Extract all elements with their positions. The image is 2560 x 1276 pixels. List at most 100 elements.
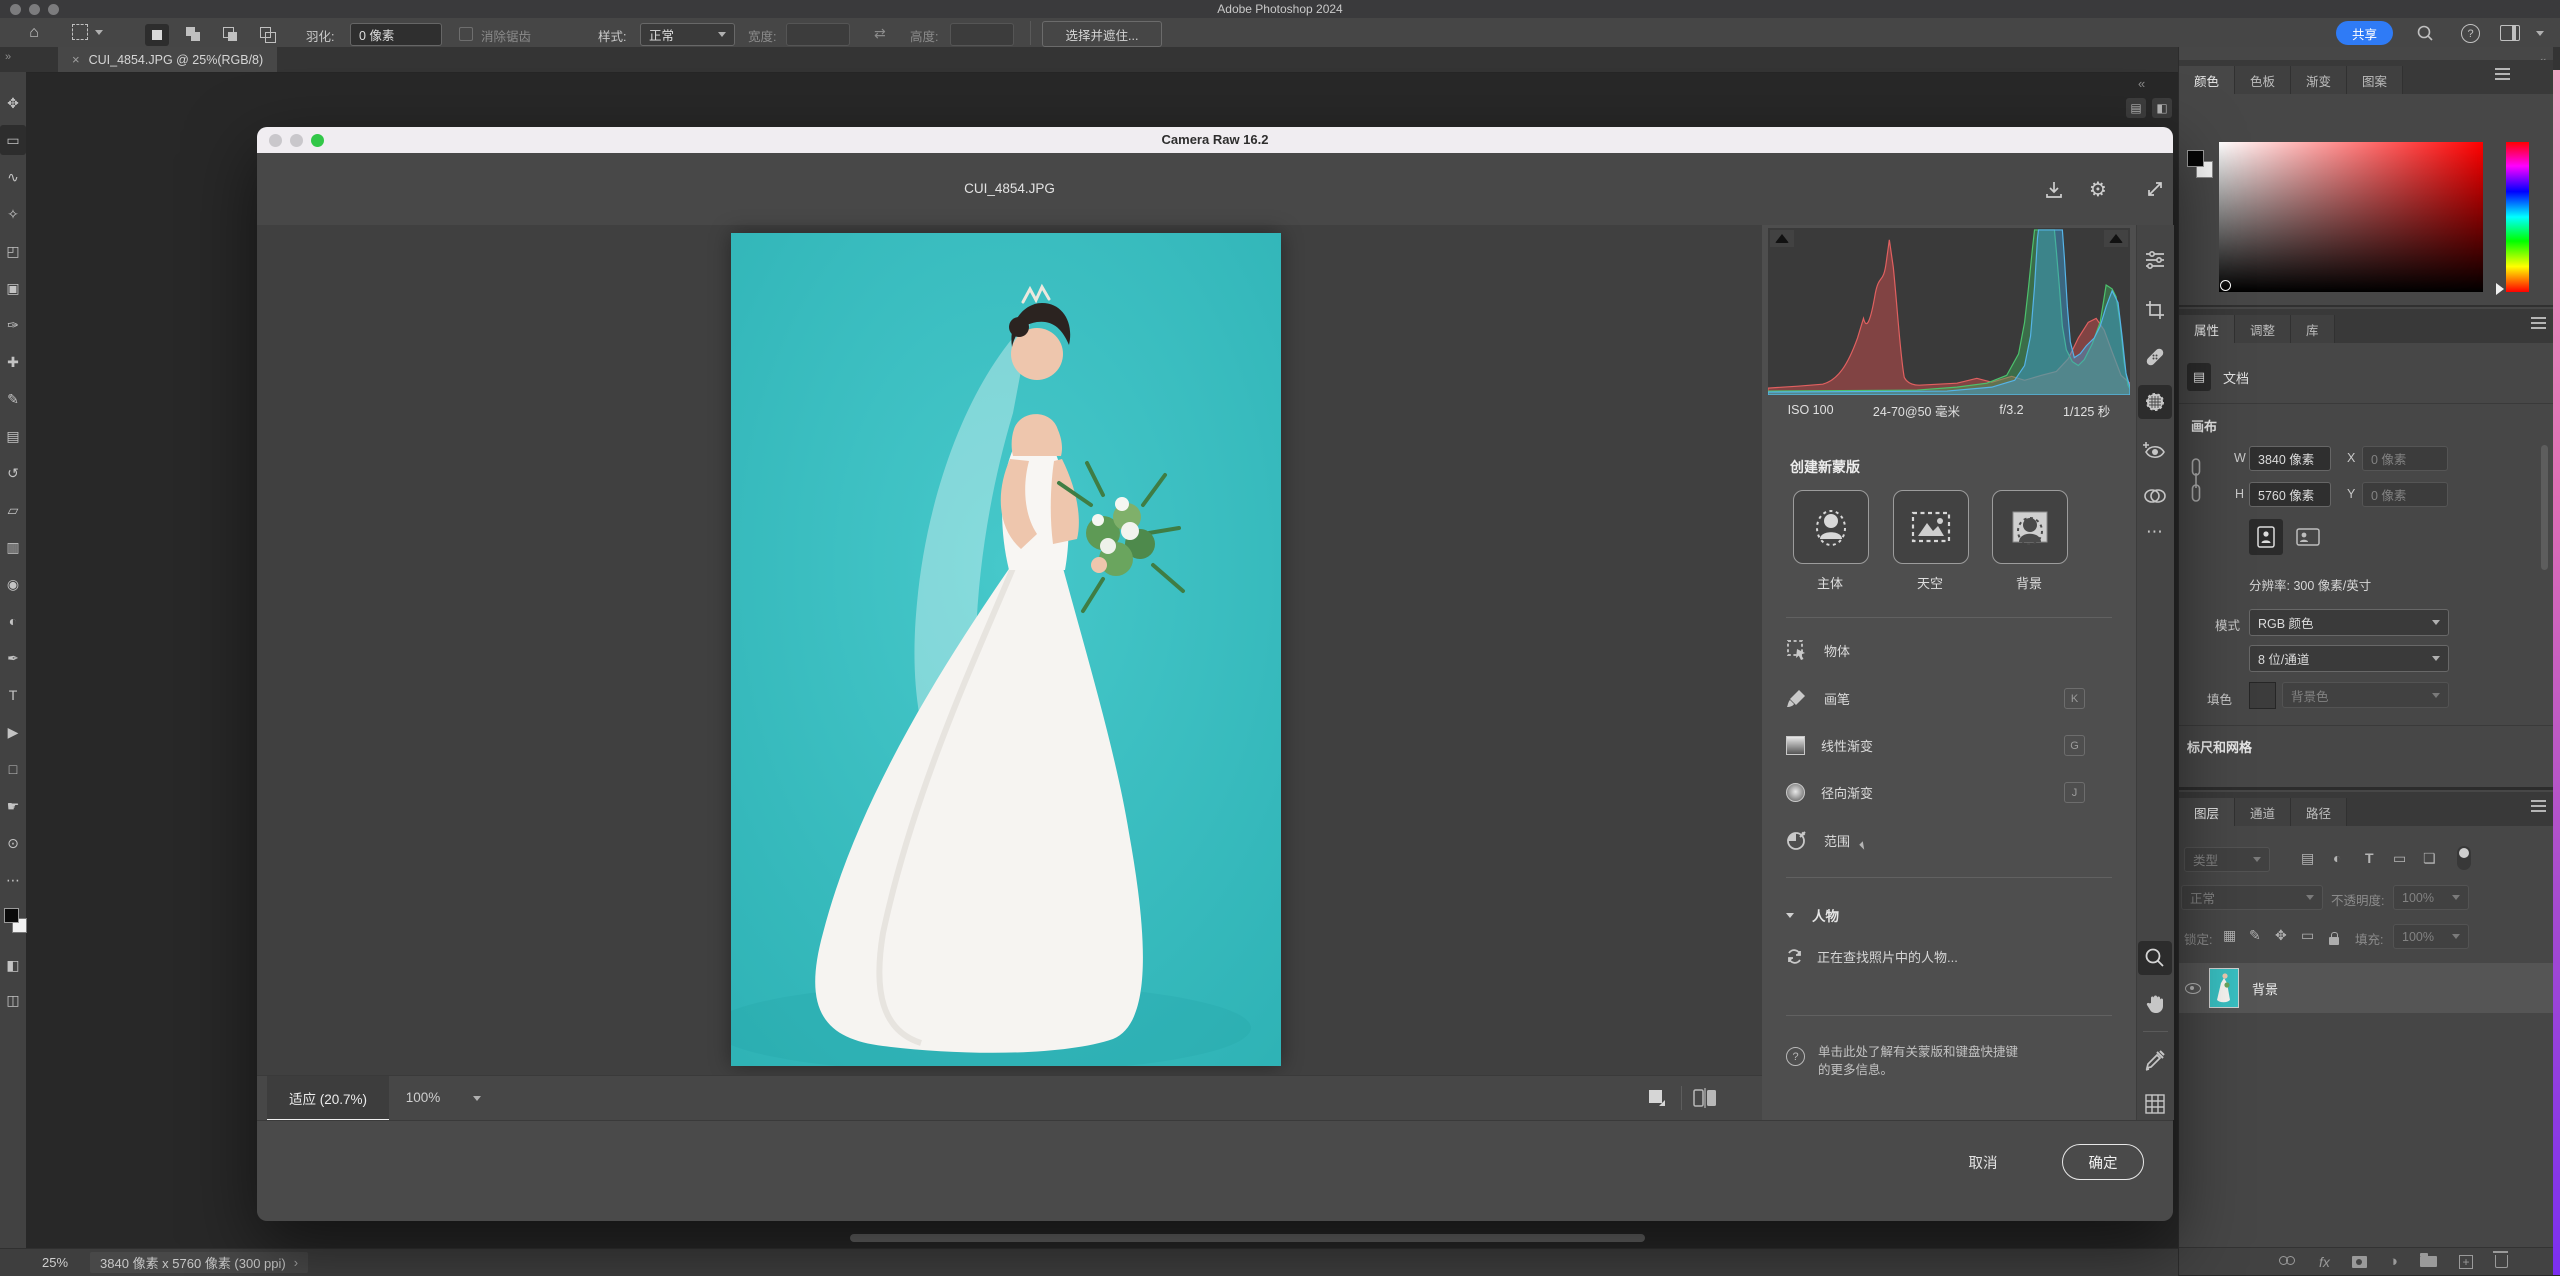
tab-channels[interactable]: 通道	[2235, 798, 2291, 826]
dock-collapse-chevron[interactable]: «	[2138, 76, 2145, 91]
dock-color-panel-icon[interactable]: ▤	[2126, 98, 2146, 118]
save-image-icon[interactable]	[2043, 179, 2065, 201]
orientation-landscape-button[interactable]	[2291, 519, 2325, 555]
filter-toggle-switch[interactable]	[2457, 846, 2471, 870]
red-eye-icon[interactable]	[2138, 433, 2172, 467]
style-dropdown[interactable]: 正常	[640, 23, 735, 46]
help-icon[interactable]: ?	[2461, 24, 2480, 43]
workspace-chevron-icon[interactable]	[2536, 31, 2544, 36]
crop-icon[interactable]	[2138, 293, 2172, 327]
new-layer-icon[interactable]	[2459, 1255, 2473, 1269]
link-layers-icon[interactable]	[2279, 1256, 2297, 1267]
zoom-100-tab[interactable]: 100%	[389, 1076, 457, 1119]
hand-rail-icon[interactable]	[2138, 987, 2172, 1021]
dodge-tool[interactable]: ◐	[0, 606, 26, 636]
horizontal-scrollbar[interactable]	[850, 1234, 1645, 1242]
lock-transparency-icon[interactable]: ▦	[2223, 927, 2236, 944]
fill-color-swatch[interactable]	[2249, 682, 2276, 709]
ok-button[interactable]: 确定	[2062, 1144, 2144, 1180]
canvas-x-input[interactable]: 0 像素	[2362, 446, 2448, 471]
crop-tool[interactable]: ◰	[0, 236, 26, 266]
antialias-checkbox[interactable]	[459, 27, 473, 41]
cancel-button[interactable]: 取消	[1943, 1144, 2023, 1180]
selection-new-button[interactable]	[145, 24, 169, 46]
delete-layer-icon[interactable]	[2495, 1255, 2508, 1268]
tool-preset[interactable]	[72, 24, 103, 40]
presets-icon[interactable]	[2138, 479, 2172, 513]
gradient-tool[interactable]: ▥	[0, 532, 26, 562]
properties-panel-menu-icon[interactable]	[2531, 317, 2546, 319]
foreground-color-swatch[interactable]	[4, 908, 19, 923]
masking-icon[interactable]	[2138, 385, 2172, 419]
bit-depth-dropdown[interactable]: 8 位/通道	[2249, 645, 2449, 672]
color-cursor[interactable]	[2220, 280, 2231, 291]
tab-libraries[interactable]: 库	[2291, 315, 2335, 343]
layer-thumbnail[interactable]	[2209, 968, 2239, 1008]
mode-dropdown[interactable]: RGB 颜色	[2249, 609, 2449, 636]
new-group-icon[interactable]	[2420, 1256, 2437, 1267]
grid-overlay-icon[interactable]	[2138, 1087, 2172, 1121]
workspace-icon[interactable]	[2500, 25, 2520, 41]
layer-filter-dropdown[interactable]: 类型	[2184, 847, 2270, 872]
tab-close-icon[interactable]: ×	[72, 52, 80, 67]
color-fg-bg-swatches[interactable]	[2187, 150, 2217, 180]
document-info-field[interactable]: 3840 像素 x 5760 像素 (300 ppi) ›	[90, 1252, 308, 1273]
fullscreen-icon[interactable]	[2145, 179, 2165, 199]
share-button[interactable]: 共享	[2336, 21, 2393, 45]
lock-all-icon[interactable]	[2329, 937, 2339, 945]
mask-sky-button[interactable]	[1893, 490, 1969, 564]
selection-subtract-button[interactable]	[219, 24, 243, 46]
search-icon[interactable]	[2416, 24, 2434, 42]
eyedropper-tool[interactable]: ✑	[0, 310, 26, 340]
brush-tool[interactable]: ✎	[0, 384, 26, 414]
zoom-fit-tab[interactable]: 适应 (20.7%)	[267, 1076, 389, 1121]
layers-panel-menu-icon[interactable]	[2531, 800, 2546, 802]
lock-artboard-icon[interactable]: ▭	[2301, 927, 2314, 944]
color-panel-menu-icon[interactable]	[2495, 68, 2510, 70]
tab-adjustments[interactable]: 调整	[2235, 315, 2291, 343]
selection-intersect-button[interactable]	[256, 24, 280, 46]
mask-tool-radial-gradient[interactable]: 径向渐变 J	[1786, 777, 2112, 807]
photo-preview[interactable]	[731, 233, 1281, 1066]
mask-tool-linear-gradient[interactable]: 线性渐变 G	[1786, 730, 2112, 760]
mask-background-button[interactable]	[1992, 490, 2068, 564]
marquee-tool[interactable]: ▭	[0, 125, 26, 155]
layer-fill-dropdown[interactable]: 100%	[2393, 924, 2469, 949]
tabbar-collapse-chevron[interactable]: »	[5, 51, 11, 63]
preview-mode-icon[interactable]	[1647, 1088, 1667, 1108]
path-selection-tool[interactable]: ▶	[0, 717, 26, 747]
add-layer-mask-icon[interactable]	[2352, 1256, 2367, 1268]
layer-visibility-icon[interactable]	[2185, 983, 2201, 994]
selection-add-button[interactable]	[182, 24, 206, 46]
blend-mode-dropdown[interactable]: 正常	[2181, 885, 2323, 910]
mask-tool-brush[interactable]: 画笔 K	[1786, 683, 2112, 713]
edit-icon[interactable]	[2138, 243, 2172, 277]
type-tool[interactable]: T	[0, 680, 26, 710]
opacity-dropdown[interactable]: 100%	[2393, 885, 2469, 910]
tab-color[interactable]: 颜色	[2179, 66, 2235, 94]
layer-row-background[interactable]: 背景	[2179, 963, 2553, 1013]
pen-tool[interactable]: ✒	[0, 643, 26, 673]
color-swatches[interactable]	[4, 908, 26, 934]
mask-subject-button[interactable]	[1793, 490, 1869, 564]
history-brush-tool[interactable]: ↺	[0, 458, 26, 488]
refresh-icon[interactable]	[1786, 948, 1803, 965]
color-saturation-box[interactable]	[2219, 142, 2483, 292]
document-tab[interactable]: × CUI_4854.JPG @ 25%(RGB/8)	[58, 47, 277, 72]
lock-position-icon[interactable]: ✥	[2275, 927, 2287, 944]
zoom-options-chevron[interactable]	[473, 1096, 481, 1101]
tab-patterns[interactable]: 图案	[2347, 66, 2403, 94]
highlight-clipping-icon[interactable]	[2104, 230, 2128, 247]
eraser-tool[interactable]: ▱	[0, 495, 26, 525]
canvas-link-icon[interactable]	[2189, 455, 2203, 507]
new-adjustment-layer-icon[interactable]: ◑	[2389, 1253, 2398, 1270]
edit-toolbar[interactable]: ⋯	[0, 865, 26, 895]
people-section-header[interactable]: 人物	[1786, 905, 1839, 925]
zoom-tool[interactable]: ⊙	[0, 828, 26, 858]
filter-type-layers-icon[interactable]: T	[2365, 850, 2374, 866]
zoom-level[interactable]: 25%	[42, 1255, 68, 1270]
before-after-icon[interactable]	[1693, 1088, 1717, 1108]
swap-dimensions-icon[interactable]: ⇄	[874, 25, 886, 42]
canvas-width-input[interactable]: 3840 像素	[2249, 446, 2331, 471]
camera-raw-titlebar[interactable]: Camera Raw 16.2	[257, 127, 2173, 153]
